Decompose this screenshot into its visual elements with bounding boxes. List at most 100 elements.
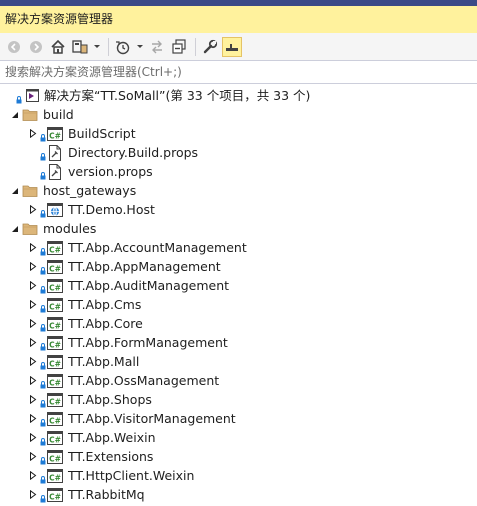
tree-item-label: build	[43, 107, 74, 122]
tree-item-label: TT.Abp.Mall	[68, 354, 140, 369]
collapsed-arrow-icon[interactable]	[28, 433, 38, 443]
props-file-icon	[47, 144, 63, 161]
preview-icon[interactable]	[222, 36, 242, 57]
collapsed-arrow-icon[interactable]	[28, 243, 38, 253]
tree-item[interactable]: C# TT.RabbitMq	[28, 485, 145, 504]
tree-item[interactable]: TT.Demo.Host	[28, 200, 155, 219]
lock-icon	[16, 92, 22, 103]
svg-text:C#: C#	[49, 378, 61, 387]
tree-item[interactable]: C# TT.Abp.AppManagement	[28, 257, 221, 276]
props-file-icon	[47, 163, 63, 180]
svg-text:C#: C#	[49, 245, 61, 254]
tree-item[interactable]: C# TT.Abp.Mall	[28, 352, 139, 371]
tree-item-label: TT.Abp.AccountManagement	[68, 240, 247, 255]
properties-icon[interactable]	[200, 37, 220, 57]
search-input[interactable]	[5, 65, 465, 79]
csharp-project-icon: C#	[47, 411, 63, 427]
collapse-all-icon[interactable]	[169, 37, 189, 57]
tree-item[interactable]: C# TT.Abp.FormManagement	[28, 333, 228, 352]
folder-node[interactable]: host_gateways	[10, 181, 136, 200]
tree-item[interactable]: C# BuildScript	[28, 124, 136, 143]
svg-text:C#: C#	[49, 435, 61, 444]
csharp-project-icon: C#	[47, 259, 63, 275]
back-icon[interactable]	[4, 37, 24, 57]
expanded-arrow-icon[interactable]	[10, 110, 20, 120]
collapsed-arrow-icon[interactable]	[28, 300, 38, 310]
tree-item[interactable]: C# TT.Abp.Core	[28, 314, 143, 333]
collapsed-arrow-icon[interactable]	[28, 376, 38, 386]
home-icon[interactable]	[48, 37, 68, 57]
collapsed-arrow-icon[interactable]	[28, 414, 38, 424]
folder-icon	[22, 107, 38, 123]
solution-node[interactable]: 解决方案“TT.SoMall”(第 33 个项目，共 33 个)	[4, 86, 310, 105]
collapsed-arrow-icon[interactable]	[28, 452, 38, 462]
sync-icon[interactable]	[147, 37, 167, 57]
dropdown-icon[interactable]	[92, 37, 102, 57]
folder-icon	[22, 183, 38, 199]
tree-item[interactable]: C# TT.Abp.VisitorManagement	[28, 409, 236, 428]
tree-item-label: TT.Abp.Weixin	[68, 430, 156, 445]
csharp-project-icon: C#	[47, 487, 63, 503]
collapsed-arrow-icon[interactable]	[28, 338, 38, 348]
lock-icon	[40, 434, 46, 445]
tree-item[interactable]: version.props	[28, 162, 153, 181]
collapsed-arrow-icon[interactable]	[28, 262, 38, 272]
csharp-project-icon: C#	[47, 297, 63, 313]
tree-item[interactable]: C# TT.Abp.Shops	[28, 390, 152, 409]
lock-icon	[40, 244, 46, 255]
toolbar-separator	[108, 37, 109, 56]
dropdown-icon[interactable]	[135, 37, 145, 57]
lock-icon	[40, 415, 46, 426]
collapsed-arrow-icon[interactable]	[28, 205, 38, 215]
forward-icon[interactable]	[26, 37, 46, 57]
collapsed-arrow-icon[interactable]	[28, 490, 38, 500]
toolbar-separator	[195, 37, 196, 56]
collapsed-arrow-icon[interactable]	[28, 319, 38, 329]
tree-item-label: TT.Abp.VisitorManagement	[68, 411, 236, 426]
tree-item[interactable]: C# TT.Abp.Cms	[28, 295, 141, 314]
expanded-arrow-icon[interactable]	[10, 224, 20, 234]
folder-node[interactable]: build	[10, 105, 74, 124]
search-box[interactable]	[0, 60, 477, 84]
collapsed-arrow-icon[interactable]	[28, 471, 38, 481]
lock-icon	[40, 282, 46, 293]
lock-icon	[40, 263, 46, 274]
lock-icon	[40, 168, 46, 179]
web-project-icon	[47, 202, 63, 218]
expanded-arrow-icon[interactable]	[10, 186, 20, 196]
collapsed-arrow-icon[interactable]	[28, 281, 38, 291]
tree-item-label: Directory.Build.props	[68, 145, 199, 160]
lock-icon	[40, 339, 46, 350]
tree-item[interactable]: C# TT.Abp.Weixin	[28, 428, 156, 447]
lock-icon	[40, 149, 46, 160]
collapsed-arrow-icon[interactable]	[28, 129, 38, 139]
tree-item[interactable]: C# TT.Abp.AuditManagement	[28, 276, 229, 295]
switch-views-icon[interactable]	[70, 37, 90, 57]
collapsed-arrow-icon[interactable]	[28, 357, 38, 367]
tree-item[interactable]: C# TT.Abp.OssManagement	[28, 371, 219, 390]
svg-text:C#: C#	[49, 359, 61, 368]
csharp-project-icon: C#	[47, 278, 63, 294]
csharp-project-icon: C#	[47, 468, 63, 484]
tree-item-label: modules	[43, 221, 97, 236]
svg-text:C#: C#	[49, 283, 61, 292]
history-icon[interactable]	[113, 37, 133, 57]
csharp-project-icon: C#	[47, 430, 63, 446]
panel-title: 解决方案资源管理器	[0, 6, 477, 33]
tree-item-label: version.props	[68, 164, 153, 179]
tree-item-label: TT.HttpClient.Weixin	[68, 468, 195, 483]
toolbar	[0, 33, 477, 60]
tree-item[interactable]: C# TT.Abp.AccountManagement	[28, 238, 247, 257]
lock-icon	[40, 396, 46, 407]
tree-item[interactable]: C# TT.Extensions	[28, 447, 153, 466]
csharp-project-icon: C#	[47, 316, 63, 332]
tree-item[interactable]: Directory.Build.props	[28, 143, 198, 162]
lock-icon	[40, 301, 46, 312]
tree-item-label: TT.Abp.Cms	[68, 297, 142, 312]
svg-text:C#: C#	[49, 492, 61, 501]
folder-node[interactable]: modules	[10, 219, 96, 238]
svg-text:C#: C#	[49, 454, 61, 463]
tree-item[interactable]: C# TT.HttpClient.Weixin	[28, 466, 194, 485]
tree-item-label: TT.Abp.Shops	[68, 392, 152, 407]
collapsed-arrow-icon[interactable]	[28, 395, 38, 405]
